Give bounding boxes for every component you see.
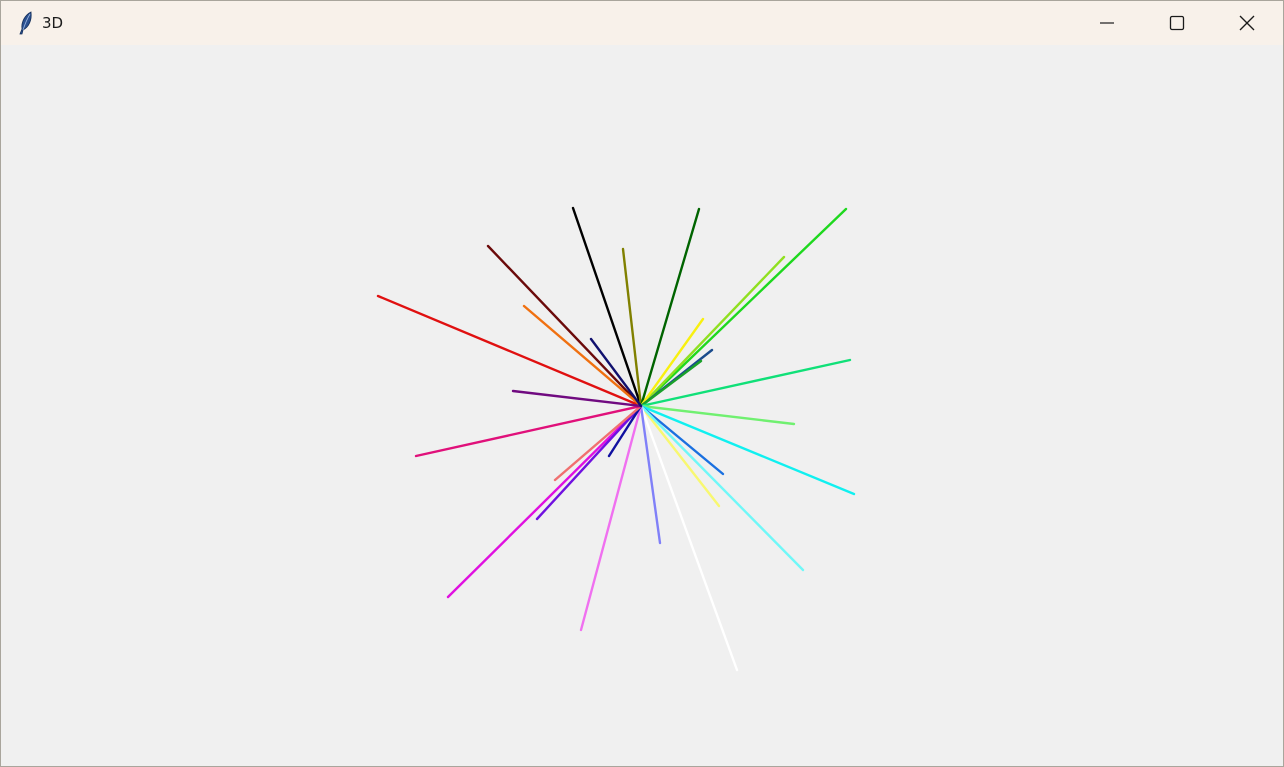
close-icon	[1239, 15, 1255, 31]
scene-line-8	[639, 317, 705, 408]
feather-icon[interactable]	[17, 11, 35, 35]
scene-line-1	[486, 244, 643, 408]
scene-line-24	[414, 404, 643, 458]
scene-line-20	[446, 404, 643, 599]
maximize-button[interactable]	[1142, 1, 1212, 45]
scene-line-6	[639, 207, 848, 408]
scene-svg	[376, 206, 856, 672]
minimize-icon	[1100, 22, 1114, 24]
close-button[interactable]	[1212, 1, 1282, 45]
scene-line-23	[553, 404, 643, 482]
window-title: 3D	[42, 14, 64, 32]
scene-line-16	[639, 404, 805, 572]
scene-line-22	[607, 404, 643, 458]
scene-line-0	[376, 294, 643, 408]
app-window: 3D	[0, 0, 1284, 767]
title-bar[interactable]: 3D	[1, 1, 1283, 45]
drawing-canvas[interactable]	[1, 45, 1283, 766]
maximize-icon	[1169, 15, 1185, 31]
minimize-button[interactable]	[1072, 1, 1142, 45]
